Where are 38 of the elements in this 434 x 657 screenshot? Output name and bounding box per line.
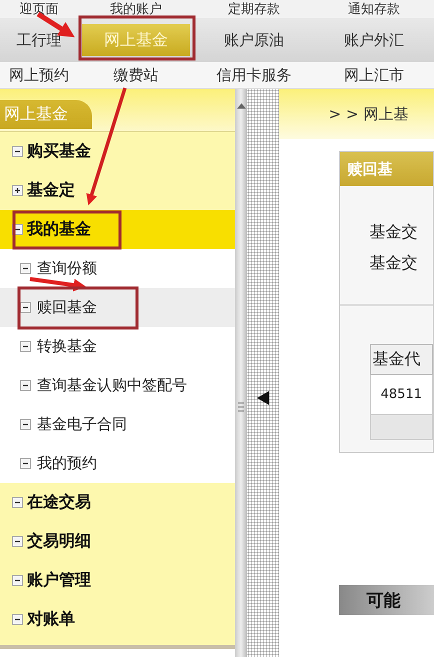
minus-box-icon: [12, 575, 23, 586]
nav-tab[interactable]: 账户外汇: [314, 18, 434, 62]
minus-box-icon: [20, 419, 31, 430]
nav-tab[interactable]: 工行理: [0, 18, 78, 62]
minus-box-icon: [20, 458, 31, 469]
nav-tab[interactable]: 信用卡服务: [194, 62, 314, 88]
scroll-bar[interactable]: [235, 89, 248, 657]
panel-title: 可能: [366, 590, 401, 612]
sidebar-subitem[interactable]: 赎回基金: [0, 288, 236, 327]
field-label: 基金交: [370, 222, 419, 243]
table-header: 基金代: [370, 344, 432, 374]
minus-box-icon: [12, 536, 23, 547]
nav-tab[interactable]: 网上预约: [0, 62, 78, 88]
panel-title: 赎回基: [348, 160, 393, 178]
minus-box-icon: [12, 614, 23, 625]
minus-box-icon: [20, 341, 31, 352]
minus-box-icon: [20, 302, 31, 313]
breadcrumb: > > 网上基: [328, 104, 408, 124]
nav-tab[interactable]: 定期存款: [194, 0, 314, 18]
collapse-arrow-icon[interactable]: [257, 391, 270, 405]
nav-tab[interactable]: 我的账户: [78, 0, 194, 18]
nav-tab[interactable]: 账户原油: [194, 18, 314, 62]
nav-tab[interactable]: 网上汇市: [314, 62, 434, 88]
minus-box-icon: [20, 380, 31, 391]
minus-box-icon: [12, 497, 23, 508]
field-label: 基金交: [370, 253, 419, 274]
table-cell: 48511: [370, 374, 432, 414]
annotation-arrow: [30, 277, 86, 292]
sidebar-title: 网上基金: [0, 100, 92, 129]
sidebar-item[interactable]: 我的基金: [0, 210, 236, 249]
nav-tab[interactable]: 缴费站: [78, 62, 194, 88]
grip-icon[interactable]: [238, 402, 244, 412]
nav-tab[interactable]: 迎页面: [0, 0, 78, 18]
minus-box-icon: [12, 146, 23, 157]
nav-tab[interactable]: 通知存款: [314, 0, 434, 18]
up-arrow-icon[interactable]: [236, 103, 246, 109]
minus-box-icon: [20, 263, 31, 274]
plus-box-icon: [12, 185, 23, 196]
